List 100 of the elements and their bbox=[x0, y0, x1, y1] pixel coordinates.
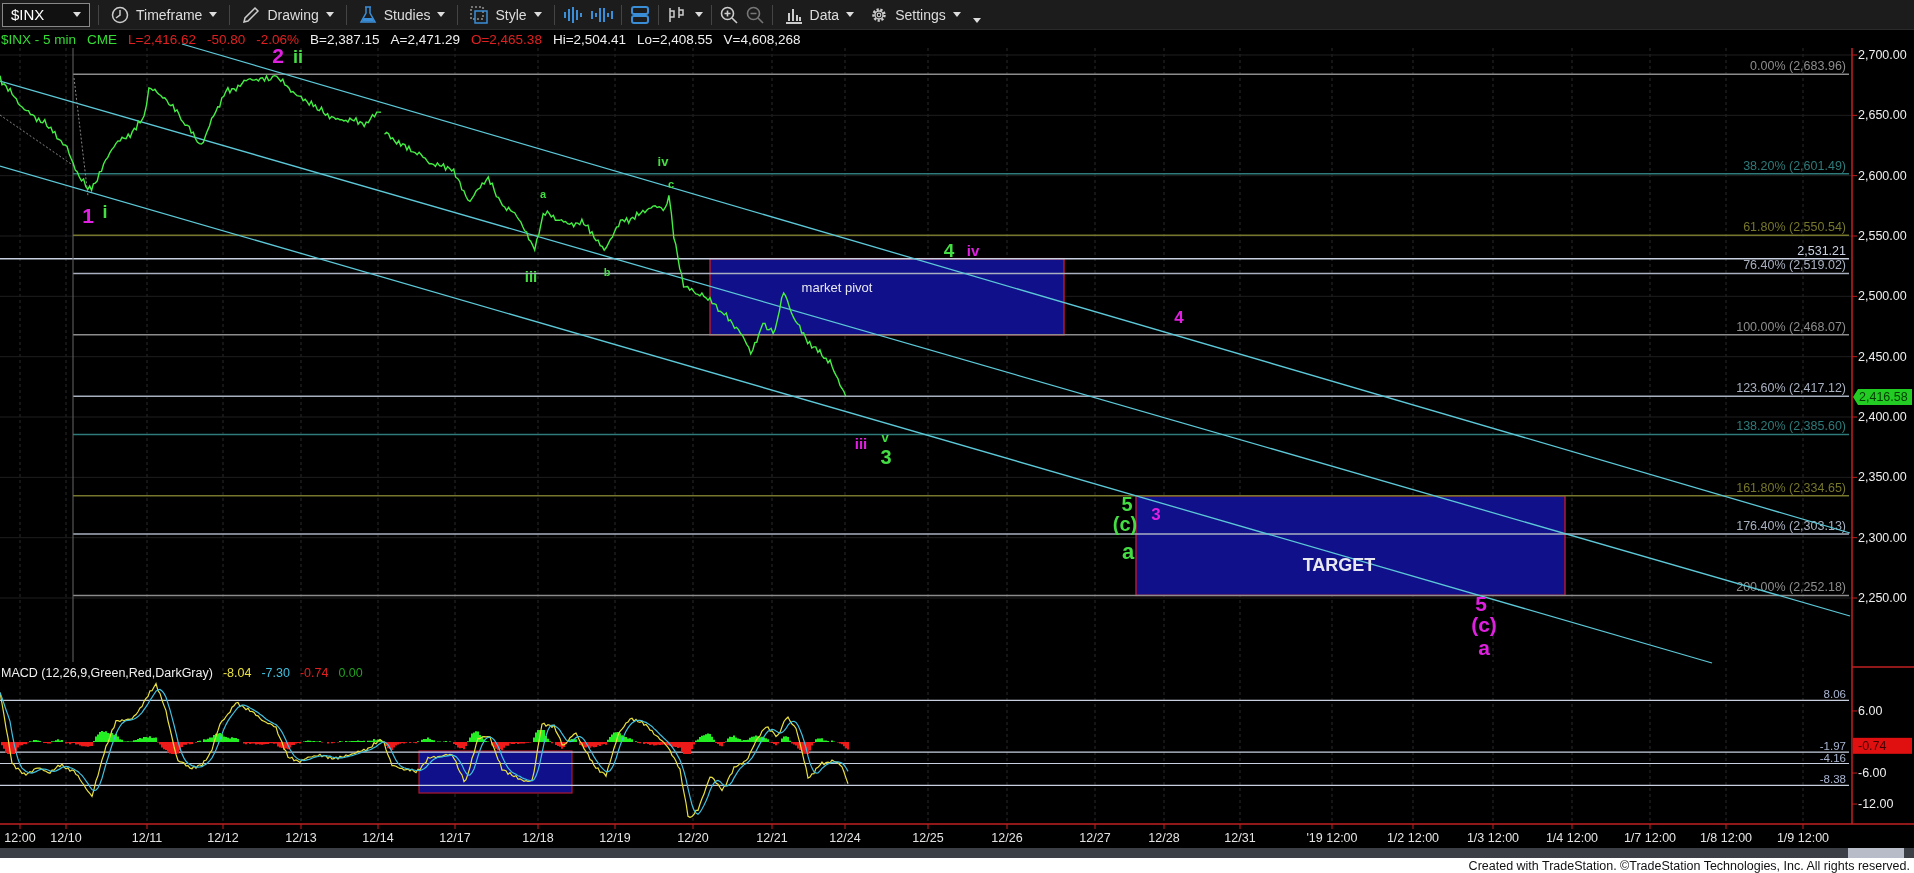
wave-label: iii bbox=[854, 434, 868, 452]
fib-level-label: 100.00% (2,468.07) bbox=[1736, 319, 1846, 334]
pencil-icon bbox=[242, 5, 261, 24]
quote-field: O=2,465.38 bbox=[470, 31, 542, 47]
toolbar-menu[interactable]: Studies bbox=[354, 3, 450, 26]
toolbar-menu[interactable]: Timeframe bbox=[107, 3, 222, 26]
flask-icon bbox=[358, 5, 377, 24]
time-axis-label: 12/26 bbox=[991, 831, 1023, 845]
wave-label: 5 bbox=[1121, 493, 1133, 515]
wave-label: a bbox=[1478, 635, 1490, 659]
fib-level-label: 123.60% (2,417.12) bbox=[1736, 381, 1846, 396]
macd-level-label: -8.38 bbox=[1819, 773, 1846, 786]
caret-icon bbox=[209, 12, 218, 17]
macd-level-label: 8.06 bbox=[1823, 688, 1846, 701]
fib-level-label: 138.20% (2,385.60) bbox=[1736, 419, 1846, 434]
price-axis-label: 2,650.00 bbox=[1858, 108, 1907, 123]
time-axis-label: 12/27 bbox=[1079, 831, 1111, 845]
last-price-tag: 2,416.58 bbox=[1853, 389, 1912, 405]
macd-value: -7.30 bbox=[261, 666, 290, 680]
caret-icon bbox=[533, 12, 542, 17]
time-axis-label: 12/25 bbox=[912, 831, 944, 845]
scrollbar[interactable] bbox=[0, 848, 1914, 858]
wave-label: c bbox=[667, 178, 675, 190]
macd-value: -8.04 bbox=[222, 666, 252, 680]
macd-title: MACD (12,26,9,Green,Red,DarkGray) bbox=[1, 666, 213, 680]
time-axis-label: 12/28 bbox=[1148, 831, 1180, 845]
time-axis-label: 1/4 12:00 bbox=[1545, 831, 1599, 845]
quote-field: -50.80 bbox=[207, 31, 246, 47]
macd-value: 0.00 bbox=[338, 666, 363, 680]
time-axis-label: 12/18 bbox=[522, 831, 554, 845]
time-axis-label: 12/19 bbox=[599, 831, 631, 845]
zoom-out-icon[interactable] bbox=[745, 5, 764, 24]
stacked-panels-icon[interactable] bbox=[629, 5, 650, 24]
macd-axis-label: 6.00 bbox=[1858, 704, 1883, 718]
fib-level-label: 0.00% (2,683.96) bbox=[1750, 59, 1846, 74]
time-axis-label: 12/11 bbox=[131, 831, 163, 845]
zoom-in-icon[interactable] bbox=[719, 5, 738, 24]
macd-axis-label: -6.00 bbox=[1858, 766, 1887, 780]
quote-field: Hi=2,504.41 bbox=[552, 31, 627, 47]
time-axis-label: 12/17 bbox=[439, 831, 471, 845]
time-axis-label: 12/12 bbox=[207, 831, 239, 845]
macd-level-label: -1.97 bbox=[1819, 740, 1846, 753]
caret-icon bbox=[325, 12, 334, 17]
waveform-icon[interactable] bbox=[590, 5, 613, 24]
scrollbar-thumb[interactable] bbox=[1848, 848, 1904, 858]
price-axis-label: 2,400.00 bbox=[1858, 410, 1907, 424]
price-axis-label: 2,600.00 bbox=[1858, 168, 1907, 183]
wave-label: (c) bbox=[1471, 612, 1497, 636]
copyright-text: Created with TradeStation. ©TradeStation Technologies, Inc. All rights reserved. bbox=[1468, 858, 1910, 873]
time-axis-label: 12/10 bbox=[50, 831, 82, 845]
macd-level-label: -4.16 bbox=[1819, 752, 1846, 764]
price-axis-label: 2,300.00 bbox=[1858, 530, 1907, 545]
time-axis-label: '19 12:00 bbox=[1306, 831, 1358, 845]
clock-icon bbox=[111, 5, 129, 24]
time-axis-label: 12/24 bbox=[829, 831, 861, 845]
caret-icon bbox=[437, 12, 446, 17]
wave-label: 3 bbox=[1151, 504, 1161, 524]
wave-label: a bbox=[539, 188, 547, 200]
price-axis-label: 2,550.00 bbox=[1858, 229, 1907, 243]
wave-label: 4 bbox=[943, 239, 955, 261]
macd-axis-label: -12.00 bbox=[1858, 797, 1894, 812]
time-axis-label: 1/9 12:00 bbox=[1776, 831, 1830, 845]
toolbar-menu[interactable]: Data bbox=[780, 3, 859, 26]
zone-label: TARGET bbox=[1302, 555, 1376, 575]
dashed-square-icon bbox=[470, 5, 489, 24]
candlestick-icon[interactable] bbox=[666, 5, 687, 24]
symbol-dropdown[interactable]: $INX bbox=[2, 2, 90, 27]
price-axis-label: 2,250.00 bbox=[1858, 591, 1907, 605]
price-axis-label: 2,350.00 bbox=[1858, 470, 1907, 485]
caret-icon[interactable] bbox=[694, 12, 703, 17]
caret-icon[interactable] bbox=[972, 18, 981, 23]
time-axis-label: 1/7 12:00 bbox=[1623, 831, 1677, 845]
settings-icon bbox=[870, 5, 889, 24]
quote-field: V=4,608,268 bbox=[723, 31, 801, 47]
price-axis-label: 2,450.00 bbox=[1858, 349, 1907, 364]
wave-label: a bbox=[1121, 538, 1135, 564]
fib-level-label: 161.80% (2,334.65) bbox=[1736, 480, 1846, 495]
time-axis-label: 12:00 bbox=[4, 831, 36, 845]
caret-icon bbox=[73, 12, 81, 17]
time-axis-label: 1/3 12:00 bbox=[1466, 831, 1520, 845]
fib-level-label: 2,531.21 bbox=[1797, 243, 1846, 258]
quote-field: A=2,471.29 bbox=[390, 31, 460, 47]
wave-label: 4 bbox=[1174, 307, 1184, 327]
time-axis-label: 1/2 12:00 bbox=[1386, 831, 1440, 845]
quote-field: CME bbox=[87, 31, 118, 47]
toolbar-menu[interactable]: Drawing bbox=[238, 3, 338, 26]
zone-label: market pivot bbox=[801, 279, 873, 295]
quote-field: B=2,387.15 bbox=[310, 31, 380, 47]
price-axis-label: 2,700.00 bbox=[1858, 48, 1907, 62]
waveform-icon[interactable] bbox=[562, 5, 583, 24]
price-axis-label: 2,500.00 bbox=[1858, 289, 1907, 304]
toolbar-menu[interactable]: Settings bbox=[866, 3, 965, 26]
wave-label: 5 bbox=[1475, 591, 1487, 615]
quote-field: $INX - 5 min bbox=[1, 31, 77, 47]
time-axis-label: 12/14 bbox=[362, 831, 394, 845]
wave-label: ii bbox=[293, 47, 303, 67]
wave-label: 1 bbox=[82, 203, 94, 227]
wave-label: iv bbox=[657, 153, 669, 169]
time-axis-label: 12/13 bbox=[285, 831, 317, 845]
toolbar-menu[interactable]: Style bbox=[466, 3, 546, 26]
